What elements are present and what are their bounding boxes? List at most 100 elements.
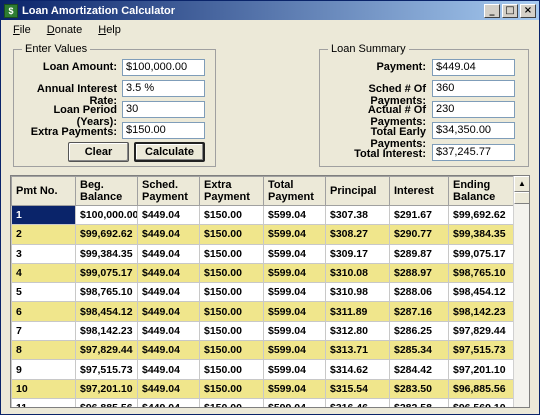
table-cell[interactable]: $288.97 [389, 262, 449, 284]
clear-button[interactable]: Clear [68, 142, 129, 162]
table-cell[interactable]: $98,454.12 [448, 282, 515, 303]
col-header-extra-payment[interactable]: Extra Payment [199, 176, 264, 206]
table-cell[interactable]: $99,384.35 [448, 224, 515, 245]
table-cell[interactable]: $599.04 [263, 340, 326, 361]
table-cell[interactable]: 9 [11, 359, 76, 380]
table-cell[interactable]: $284.42 [389, 359, 449, 380]
loan-amount-field[interactable]: $100,000.00 [122, 59, 205, 76]
table-row[interactable]: 9 $97,515.73 $449.04 $150.00 $599.04 $314.62 $… [11, 359, 515, 380]
table-cell[interactable]: $97,515.73 [448, 340, 515, 361]
table-row[interactable]: 8 $97,829.44 $449.04 $150.00 $599.04 $313.71 $… [11, 340, 515, 361]
table-cell[interactable]: $449.04 [137, 340, 200, 361]
col-header-pmt-no[interactable]: Pmt No. [11, 176, 76, 206]
grid-vertical-scrollbar[interactable]: ▲ [513, 176, 529, 407]
amortization-grid[interactable]: Pmt No. Beg. Balance Sched. Payment Extr… [10, 175, 530, 408]
table-row[interactable]: 2 $99,692.62 $449.04 $150.00 $599.04 $308.27 $… [11, 224, 515, 245]
table-cell[interactable]: $449.04 [137, 224, 200, 245]
table-cell[interactable]: $599.04 [263, 359, 326, 380]
table-cell[interactable]: $287.16 [389, 301, 449, 322]
table-cell[interactable]: 7 [11, 320, 76, 342]
table-cell[interactable]: $99,075.17 [75, 262, 138, 284]
table-row[interactable]: 7 $98,142.23 $449.04 $150.00 $599.04 $312.80 $… [11, 320, 515, 342]
table-cell[interactable]: $313.71 [325, 340, 390, 361]
loan-period-field[interactable]: 30 [122, 101, 205, 118]
table-row[interactable]: 3 $99,384.35 $449.04 $150.00 $599.04 $309.17 $… [11, 243, 515, 264]
table-row[interactable]: 11$96,885.56$449.04$150.00$599.04$316.46… [11, 397, 515, 407]
maximize-icon[interactable]: □ [502, 3, 518, 18]
table-cell[interactable]: $599.04 [263, 320, 326, 342]
table-cell[interactable]: $96,885.56 [448, 378, 515, 399]
table-cell[interactable]: 11 [11, 397, 76, 407]
table-cell[interactable]: $150.00 [199, 340, 264, 361]
table-cell[interactable]: $150.00 [199, 359, 264, 380]
table-cell[interactable]: $97,201.10 [75, 378, 138, 399]
extra-payments-field[interactable]: $150.00 [122, 122, 205, 139]
table-cell[interactable]: $99,384.35 [75, 243, 138, 264]
table-cell[interactable]: $449.04 [137, 282, 200, 303]
table-cell[interactable]: 1 [11, 204, 76, 226]
table-cell[interactable]: 3 [11, 243, 76, 264]
table-row[interactable]: 5 $98,765.10 $449.04 $150.00 $599.04 $310.98 $… [11, 282, 515, 303]
table-row[interactable]: 10 $97,201.10 $449.04 $150.00 $599.04 $315.54… [11, 378, 515, 399]
col-header-beg-balance[interactable]: Beg. Balance [75, 176, 138, 206]
table-cell[interactable]: $449.04 [137, 397, 200, 407]
table-cell[interactable]: $150.00 [199, 262, 264, 284]
table-cell[interactable]: $315.54 [325, 378, 390, 399]
table-cell[interactable]: $99,075.17 [448, 243, 515, 264]
menu-help[interactable]: Help [90, 24, 129, 36]
table-cell[interactable]: $150.00 [199, 378, 264, 399]
table-cell[interactable]: 5 [11, 282, 76, 303]
table-cell[interactable]: $150.00 [199, 320, 264, 342]
table-cell[interactable]: $449.04 [137, 320, 200, 342]
table-cell[interactable]: 4 [11, 262, 76, 284]
table-cell[interactable]: 8 [11, 340, 76, 361]
table-cell[interactable]: $599.04 [263, 397, 326, 407]
table-cell[interactable]: $449.04 [137, 204, 200, 226]
table-row[interactable]: 1 $100,000.00 $449.04 $150.00 $599.04 $307.38… [11, 204, 515, 226]
scroll-up-icon[interactable]: ▲ [514, 176, 529, 192]
table-cell[interactable]: $286.25 [389, 320, 449, 342]
table-cell[interactable]: $98,142.23 [448, 301, 515, 322]
table-cell[interactable]: $97,515.73 [75, 359, 138, 380]
table-cell[interactable]: $314.62 [325, 359, 390, 380]
table-cell[interactable]: 10 [11, 378, 76, 399]
table-cell[interactable]: $288.06 [389, 282, 449, 303]
table-cell[interactable]: $599.04 [263, 378, 326, 399]
table-cell[interactable]: $310.08 [325, 262, 390, 284]
table-cell[interactable]: $100,000.00 [75, 204, 138, 226]
interest-rate-field[interactable]: 3.5 % [122, 80, 205, 97]
table-cell[interactable]: $285.34 [389, 340, 449, 361]
table-row[interactable]: 4 $99,075.17 $449.04 $150.00 $599.04 $310.08 $… [11, 262, 515, 284]
table-cell[interactable]: 2 [11, 224, 76, 245]
table-cell[interactable]: $282.58 [389, 397, 449, 407]
col-header-sched-payment[interactable]: Sched. Payment [137, 176, 200, 206]
table-cell[interactable]: $449.04 [137, 262, 200, 284]
menu-donate[interactable]: Donate [39, 24, 90, 36]
table-cell[interactable]: $310.98 [325, 282, 390, 303]
table-cell[interactable]: $312.80 [325, 320, 390, 342]
minimize-icon[interactable]: _ [484, 3, 500, 18]
table-cell[interactable]: $96,569.10 [448, 397, 515, 407]
table-cell[interactable]: $150.00 [199, 204, 264, 226]
table-cell[interactable]: $99,692.62 [448, 204, 515, 226]
table-cell[interactable]: $449.04 [137, 301, 200, 322]
table-cell[interactable]: $97,829.44 [448, 320, 515, 342]
calculate-button[interactable]: Calculate [134, 142, 205, 162]
table-cell[interactable]: $309.17 [325, 243, 390, 264]
table-cell[interactable]: $599.04 [263, 224, 326, 245]
table-cell[interactable]: 6 [11, 301, 76, 322]
table-cell[interactable]: $97,201.10 [448, 359, 515, 380]
table-cell[interactable]: $308.27 [325, 224, 390, 245]
table-cell[interactable]: $98,454.12 [75, 301, 138, 322]
table-cell[interactable]: $283.50 [389, 378, 449, 399]
table-cell[interactable]: $99,692.62 [75, 224, 138, 245]
table-cell[interactable]: $150.00 [199, 243, 264, 264]
table-cell[interactable]: $316.46 [325, 397, 390, 407]
table-cell[interactable]: $98,765.10 [75, 282, 138, 303]
table-cell[interactable]: $599.04 [263, 243, 326, 264]
table-cell[interactable]: $150.00 [199, 224, 264, 245]
table-cell[interactable]: $311.89 [325, 301, 390, 322]
table-cell[interactable]: $97,829.44 [75, 340, 138, 361]
table-cell[interactable]: $289.87 [389, 243, 449, 264]
title-bar[interactable]: $ Loan Amortization Calculator _ □ × [1, 1, 539, 20]
